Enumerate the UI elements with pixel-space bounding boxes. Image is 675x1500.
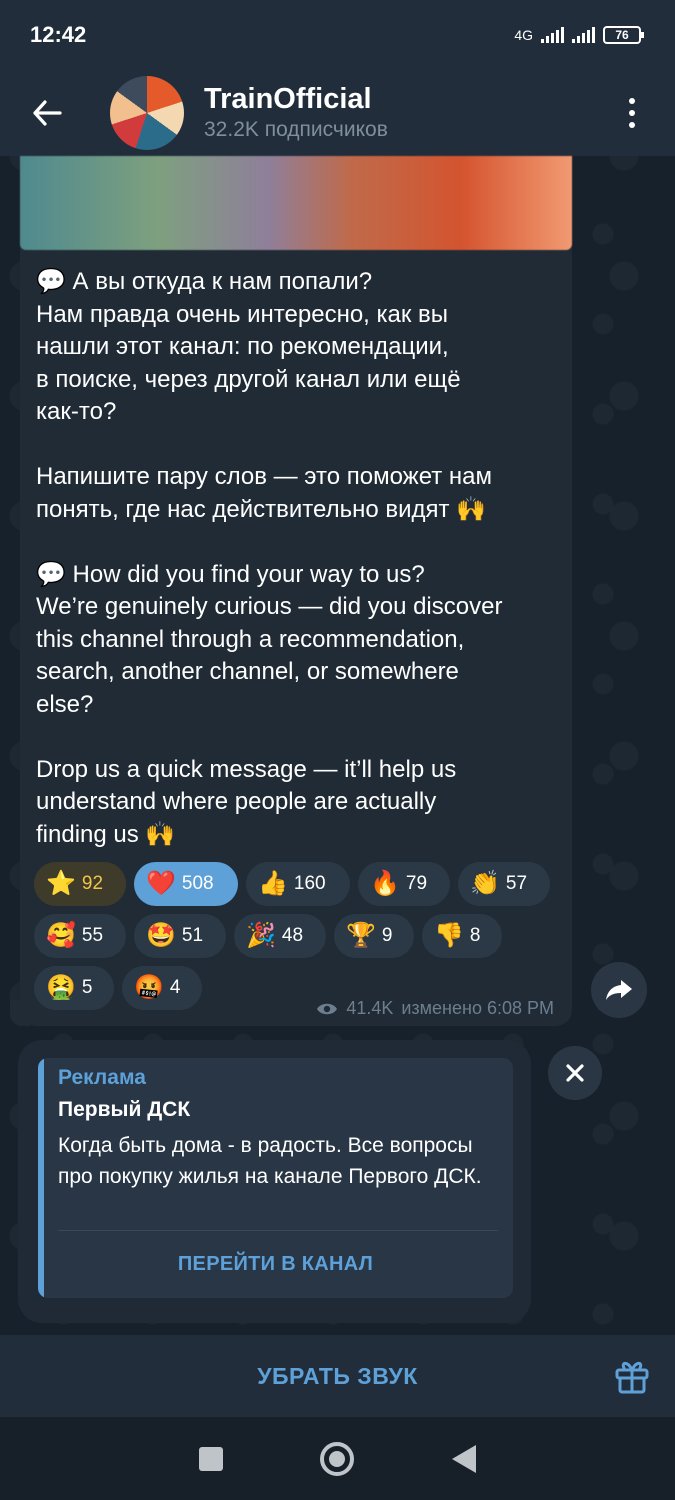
message-text: 💬 А вы откуда к нам попали? Нам правда о… xyxy=(36,268,503,848)
heart-icon: ❤️ xyxy=(146,870,176,897)
ad-title: Первый ДСК xyxy=(58,1098,191,1121)
reaction-count: 4 xyxy=(169,977,181,998)
close-icon xyxy=(566,1064,584,1082)
sponsored-message: Реклама Первый ДСК Когда быть дома - в р… xyxy=(18,1040,531,1323)
eye-icon xyxy=(317,1003,338,1014)
signal-icon-2 xyxy=(572,27,595,43)
reaction-count: 508 xyxy=(181,873,214,894)
reaction-heart[interactable]: ❤️ 508 xyxy=(134,862,238,906)
reaction-count: 79 xyxy=(405,873,428,894)
view-count: 41.4K xyxy=(346,998,394,1018)
channel-info[interactable]: TrainOfficial 32.2K подписчиков xyxy=(204,82,388,144)
more-options-button[interactable] xyxy=(617,90,647,136)
reaction-count: 9 xyxy=(381,925,393,946)
reaction-clap[interactable]: 👏 57 xyxy=(458,862,550,906)
reaction-count: 5 xyxy=(81,977,93,998)
channel-avatar[interactable] xyxy=(110,76,184,150)
subscriber-count: 32.2K подписчиков xyxy=(204,118,388,141)
share-arrow-icon xyxy=(606,980,632,1000)
reaction-count: 160 xyxy=(293,873,326,894)
thumbs-down-icon: 👎 xyxy=(434,922,464,949)
reactions: ⭐ 92 ❤️ 508 👍 160 🔥 79 👏 57 🥰 55 🤩 51 🎉 48 🏆 9 👎 8… xyxy=(34,862,564,1018)
reaction-star-struck[interactable]: 🤩 51 xyxy=(134,914,226,958)
bottom-bar: УБРАТЬ ЗВУК xyxy=(0,1335,675,1417)
reaction-fire[interactable]: 🔥 79 xyxy=(358,862,450,906)
go-to-channel-button[interactable]: ПЕРЕЙТИ В КАНАЛ xyxy=(38,1238,513,1290)
ad-divider xyxy=(58,1230,498,1231)
share-button[interactable] xyxy=(591,962,647,1018)
status-bar: 12:42 4G 76 xyxy=(0,0,675,70)
dot-icon xyxy=(629,122,635,128)
edited-time: изменено 6:08 PM xyxy=(401,998,554,1018)
reaction-vomit[interactable]: 🤮 5 xyxy=(34,966,114,1010)
reaction-star[interactable]: ⭐ 92 xyxy=(34,862,126,906)
channel-name: TrainOfficial xyxy=(204,83,372,115)
status-icons: 4G 76 xyxy=(514,26,644,44)
unmute-button[interactable]: УБРАТЬ ЗВУК xyxy=(257,1363,418,1390)
reaction-row: 🥰 55 🤩 51 🎉 48 🏆 9 👎 8 xyxy=(34,914,564,958)
signal-icon xyxy=(541,27,564,43)
message-bubble[interactable]: 💬 А вы откуда к нам попали? Нам правда о… xyxy=(20,156,572,1026)
reaction-count: 55 xyxy=(81,925,104,946)
reaction-swearing[interactable]: 🤬 4 xyxy=(122,966,202,1010)
ad-label: Реклама xyxy=(58,1066,146,1089)
reaction-party[interactable]: 🎉 48 xyxy=(234,914,326,958)
dot-icon xyxy=(629,110,635,116)
trophy-icon: 🏆 xyxy=(346,922,376,949)
chat-header: TrainOfficial 32.2K подписчиков xyxy=(0,70,675,156)
message-media[interactable] xyxy=(20,156,572,250)
status-time: 12:42 xyxy=(30,22,87,47)
network-type: 4G xyxy=(514,27,533,43)
vomiting-face-icon: 🤮 xyxy=(46,974,76,1001)
reaction-trophy[interactable]: 🏆 9 xyxy=(334,914,414,958)
smiling-hearts-icon: 🥰 xyxy=(46,922,76,949)
home-button[interactable] xyxy=(320,1441,355,1476)
battery-icon: 76 xyxy=(603,26,644,44)
reaction-smiling-hearts[interactable]: 🥰 55 xyxy=(34,914,126,958)
star-struck-icon: 🤩 xyxy=(146,922,176,949)
system-navigation-bar xyxy=(0,1417,675,1500)
reaction-count: 51 xyxy=(181,925,204,946)
reaction-thumbs-down[interactable]: 👎 8 xyxy=(422,914,502,958)
ad-description: Когда быть дома - в радость. Все вопросы… xyxy=(58,1134,482,1188)
reaction-count: 8 xyxy=(469,925,481,946)
recents-button[interactable] xyxy=(198,1446,223,1471)
swearing-face-icon: 🤬 xyxy=(134,974,164,1001)
ad-content[interactable]: Реклама Первый ДСК Когда быть дома - в р… xyxy=(38,1058,513,1298)
home-dot-icon xyxy=(329,1450,346,1467)
close-ad-button[interactable] xyxy=(548,1046,602,1100)
party-popper-icon: 🎉 xyxy=(246,922,276,949)
reaction-count: 92 xyxy=(81,873,104,894)
back-arrow-icon xyxy=(33,100,62,126)
reaction-row: ⭐ 92 ❤️ 508 👍 160 🔥 79 👏 57 xyxy=(34,862,564,906)
system-back-button[interactable] xyxy=(452,1444,477,1473)
reaction-count: 48 xyxy=(281,925,304,946)
reaction-thumbs-up[interactable]: 👍 160 xyxy=(246,862,350,906)
back-button[interactable] xyxy=(0,70,94,156)
battery-level: 76 xyxy=(615,28,629,42)
star-icon: ⭐ xyxy=(46,870,76,897)
clap-icon: 👏 xyxy=(470,870,500,897)
reaction-count: 57 xyxy=(505,873,528,894)
gift-icon[interactable] xyxy=(613,1357,651,1395)
thumbs-up-icon: 👍 xyxy=(258,870,288,897)
message-meta: 41.4K изменено 6:08 PM xyxy=(316,998,554,1019)
dot-icon xyxy=(629,98,635,104)
fire-icon: 🔥 xyxy=(370,870,400,897)
